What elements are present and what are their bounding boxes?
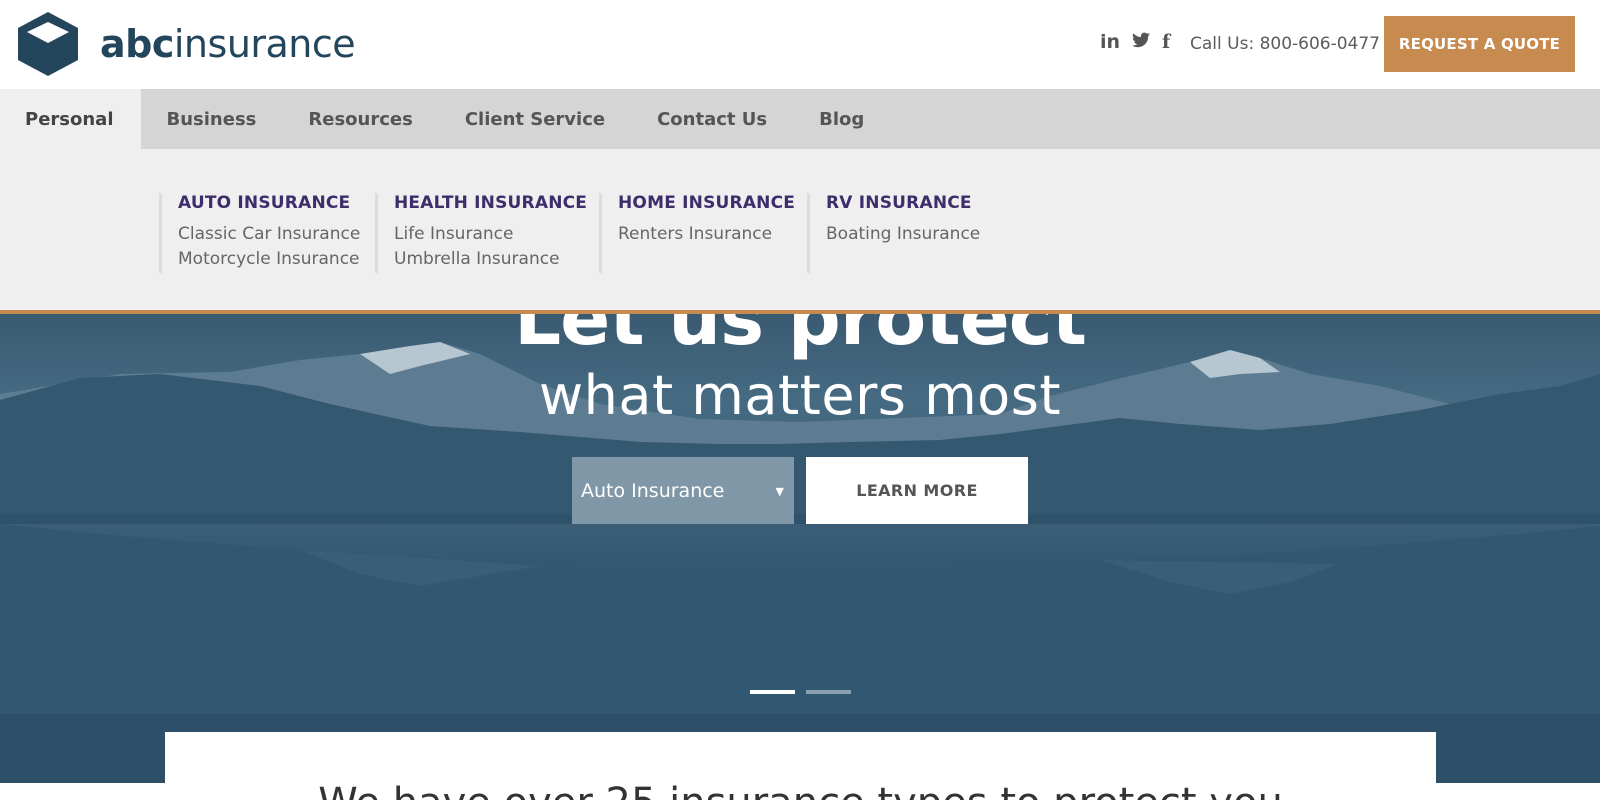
menu-heading-rv-insurance[interactable]: RV INSURANCE [826,193,980,213]
content-heading: We have over 25 insurance types to prote… [165,780,1436,800]
menu-link-renters[interactable]: Renters Insurance [618,222,795,247]
phone-number[interactable]: Call Us: 800-606-0477 [1190,34,1380,54]
nav-item-client-service[interactable]: Client Service [439,89,631,149]
insurance-type-select[interactable]: Auto Insurance ▼ [572,457,794,524]
facebook-icon[interactable]: f [1162,32,1170,52]
slider-dot-2[interactable] [806,690,851,694]
logo-text-bold: abc [100,22,174,66]
chevron-down-icon: ▼ [775,485,784,498]
learn-more-button[interactable]: LEARN MORE [806,457,1028,524]
nav-item-resources[interactable]: Resources [282,89,438,149]
linkedin-icon[interactable]: in [1100,32,1120,52]
menu-heading-auto-insurance[interactable]: AUTO INSURANCE [178,193,360,213]
insurance-type-select-value: Auto Insurance [581,479,725,502]
request-quote-button[interactable]: REQUEST A QUOTE [1384,16,1575,72]
menu-link-motorcycle[interactable]: Motorcycle Insurance [178,247,360,272]
nav-item-personal[interactable]: Personal [0,89,141,149]
hero-banner: Let us protect what matters most Auto In… [0,314,1600,784]
mega-menu: AUTO INSURANCE Classic Car Insurance Mot… [0,149,1600,314]
logo-text-light: insurance [173,22,356,66]
twitter-icon[interactable] [1132,32,1151,52]
logo-wordmark: abcinsurance [100,22,356,66]
menu-heading-health-insurance[interactable]: HEALTH INSURANCE [394,193,587,213]
site-header: abcinsurance in f Call Us: 800-606-0477 … [0,0,1600,89]
logo-cube-icon [18,12,78,76]
menu-link-life[interactable]: Life Insurance [394,222,587,247]
menu-heading-home-insurance[interactable]: HOME INSURANCE [618,193,795,213]
menu-column-auto: AUTO INSURANCE Classic Car Insurance Mot… [159,193,360,273]
menu-column-health: HEALTH INSURANCE Life Insurance Umbrella… [375,193,587,273]
nav-item-blog[interactable]: Blog [793,89,890,149]
slider-dot-1[interactable] [750,690,795,694]
logo[interactable]: abcinsurance [14,10,356,78]
hero-title: Let us protect [513,314,1087,362]
menu-link-classic-car[interactable]: Classic Car Insurance [178,222,360,247]
hero-subtitle: what matters most [538,364,1062,427]
main-nav: Personal Business Resources Client Servi… [0,89,1600,149]
social-links: in f [1100,32,1170,52]
menu-link-boating[interactable]: Boating Insurance [826,222,980,247]
menu-column-home: HOME INSURANCE Renters Insurance [599,193,795,273]
nav-item-business[interactable]: Business [141,89,283,149]
content-card: We have over 25 insurance types to prote… [165,732,1436,800]
menu-column-rv: RV INSURANCE Boating Insurance [807,193,980,273]
menu-link-umbrella[interactable]: Umbrella Insurance [394,247,587,272]
slider-pagination [750,690,851,694]
nav-item-contact-us[interactable]: Contact Us [631,89,793,149]
